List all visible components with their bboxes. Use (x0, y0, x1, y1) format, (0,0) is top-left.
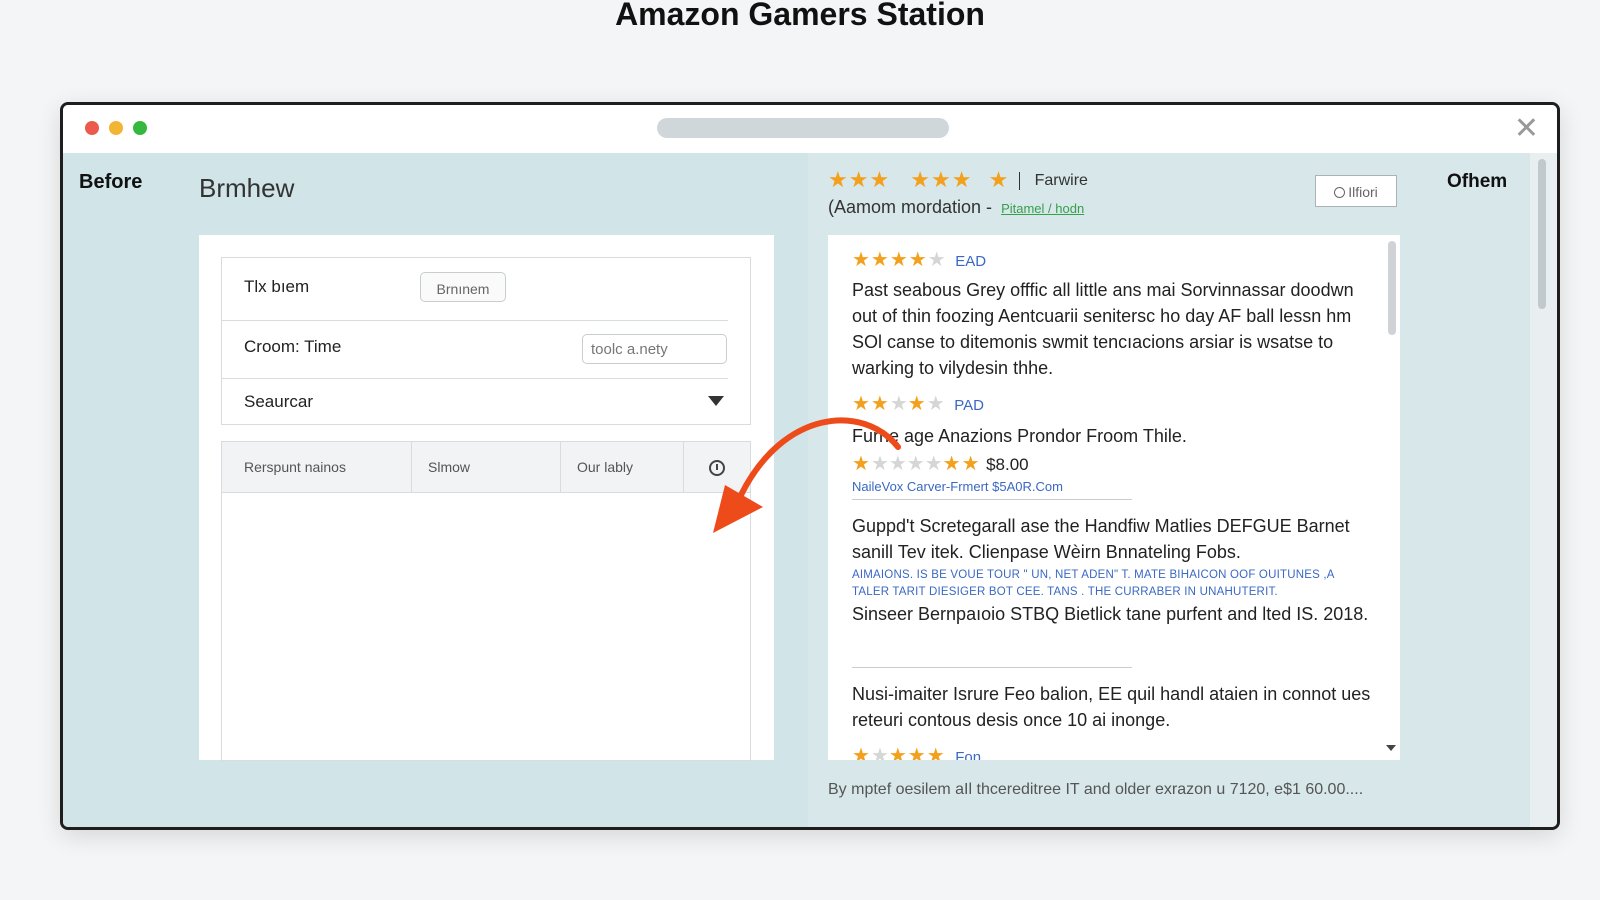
review-text: Past seabous Grey offfic all little ans … (852, 280, 1354, 378)
review-tag[interactable]: PAD (954, 397, 984, 414)
results-table: Rerspunt nainos Slmow Our lably (221, 441, 751, 761)
review-rating: ★★★★★ PAD (852, 391, 984, 416)
form-row-search[interactable]: Seaurcar (222, 378, 750, 424)
recommendation-link[interactable]: Pitamel / hodn (1001, 201, 1084, 216)
minimize-window-button[interactable] (109, 121, 123, 135)
star-rating-icon: ★★★★ (852, 249, 928, 271)
footnote: By mptef oesilem aIl thcereditree IT and… (828, 781, 1364, 798)
form-box: Tlx bıem Brnınem Croom: Time Seaurcar (221, 257, 751, 425)
title-bar: ✕ (63, 105, 1557, 153)
star-rating-icon: ★★ (852, 393, 890, 415)
top-rating: ★★★ ★★★ ★ Farwire (828, 167, 1088, 193)
form-row-time: Croom: Time (222, 320, 728, 379)
recommendation-text: (Aamom mordation - Pitamel / hodn (828, 197, 1084, 218)
scroll-down-icon[interactable] (1386, 745, 1396, 751)
star-rating-icon: ★ (907, 393, 927, 415)
before-label: Before (79, 171, 143, 193)
search-icon (1334, 187, 1346, 198)
scrollbar-thumb[interactable] (1538, 159, 1546, 309)
item-label: Tlx bıem (244, 277, 310, 296)
table-header: Rerspunt nainos Slmow Our lably (222, 442, 750, 493)
column-header[interactable]: Slmow (412, 442, 561, 492)
form-panel: Tlx bıem Brnınem Croom: Time Seaurcar Re… (199, 235, 774, 761)
star-empty-icon: ★ (889, 393, 908, 415)
close-icon[interactable]: ✕ (1514, 111, 1539, 147)
star-icon: ★ (988, 167, 1010, 192)
star-rating-icon: ★★ (942, 453, 981, 475)
address-bar[interactable] (657, 118, 949, 138)
app-window: ✕ Before Brmhew Tlx bıem Brnınem Croom: … (60, 102, 1560, 830)
review-text: Furne age Anazions Prondor Froom Thile. (852, 426, 1187, 446)
page-title: Amazon Gamers Station (615, 0, 985, 32)
star-rating-icon: ★★★ (888, 745, 946, 760)
filter-button[interactable]: Ilfiori (1315, 175, 1397, 207)
close-window-button[interactable] (85, 121, 99, 135)
review-text: Nusi-imaiter Isrure Feo balion, EE quil … (852, 684, 1371, 730)
review-text: Guppd't Scretegarall ase the Handfiw Mat… (852, 516, 1350, 562)
divider (852, 667, 1132, 668)
review-tag[interactable]: EAD (955, 253, 986, 270)
chevron-down-icon[interactable] (708, 396, 724, 406)
time-label: Croom: Time (244, 337, 342, 356)
form-row-item: Tlx bıem Brnınem (222, 258, 728, 321)
item-button[interactable]: Brnınem (420, 272, 506, 302)
window-scrollbar[interactable] (1530, 153, 1557, 827)
filter-button-label: Ilfiori (1348, 184, 1378, 200)
separator (1019, 172, 1021, 191)
star-rating-icon: ★ (852, 745, 871, 760)
star-rating-icon: ★★★ (828, 167, 891, 192)
star-rating-icon: ★★★ (910, 167, 973, 192)
annotation-arrow-icon (713, 417, 901, 533)
maximize-window-button[interactable] (133, 121, 147, 135)
star-empty-icon: ★ (927, 249, 946, 271)
review-scrollbar[interactable] (1388, 241, 1396, 335)
after-pane: ★★★ ★★★ ★ Farwire (Aamom mordation - Pit… (808, 153, 1530, 827)
price: $8.00 (986, 455, 1029, 474)
rating-label: Farwire (1034, 172, 1088, 190)
review-list: ★★★★★ EAD Past seabous Grey offfic all l… (828, 235, 1400, 760)
column-header[interactable]: Our lably (561, 442, 684, 492)
pane-heading: Brmhew (199, 173, 295, 203)
time-input[interactable] (582, 334, 727, 364)
review-tag[interactable]: Fon (955, 749, 981, 760)
review-rating: ★★★★★ EAD (852, 247, 986, 272)
review-rating: ★★★★★ Fon (852, 743, 981, 760)
star-empty-icon: ★ (870, 745, 889, 760)
search-select-label: Seaurcar (244, 392, 313, 411)
review-footnote: AIMAIONS. IS BE VOUE TOUR " UN, NET ADEN… (852, 569, 1334, 598)
review-text: Sinseer Bernpaıoio STBQ Bietlick tane pu… (852, 604, 1369, 624)
others-label: Ofhem (1447, 171, 1508, 192)
column-header[interactable]: Rerspunt nainos (222, 442, 412, 492)
recommendation-label: (Aamom mordation - (828, 197, 993, 217)
star-empty-icon: ★ (926, 393, 945, 415)
